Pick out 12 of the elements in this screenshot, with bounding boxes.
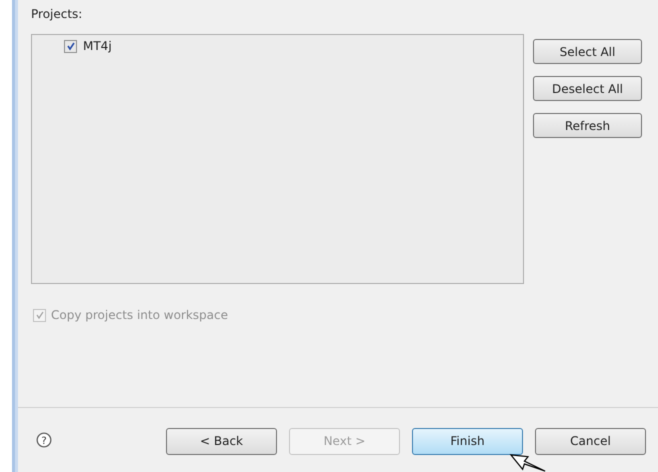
project-name[interactable]: MT4j bbox=[83, 39, 112, 53]
dialog-button[interactable]: Cancel bbox=[535, 428, 646, 454]
dialog-button[interactable]: < Back bbox=[166, 428, 277, 454]
project-checkbox[interactable] bbox=[64, 40, 77, 52]
side-button[interactable]: Deselect All bbox=[533, 76, 642, 101]
side-button[interactable]: Refresh bbox=[533, 113, 642, 138]
side-button[interactable]: Select All bbox=[533, 39, 642, 64]
mouse-pointer-icon bbox=[508, 454, 548, 472]
projects-label: Projects: bbox=[31, 6, 84, 23]
copy-label: Copy projects into workspace bbox=[51, 308, 228, 322]
dialog-button[interactable]: Finish bbox=[412, 428, 523, 454]
help-icon[interactable]: ? bbox=[36, 432, 52, 448]
